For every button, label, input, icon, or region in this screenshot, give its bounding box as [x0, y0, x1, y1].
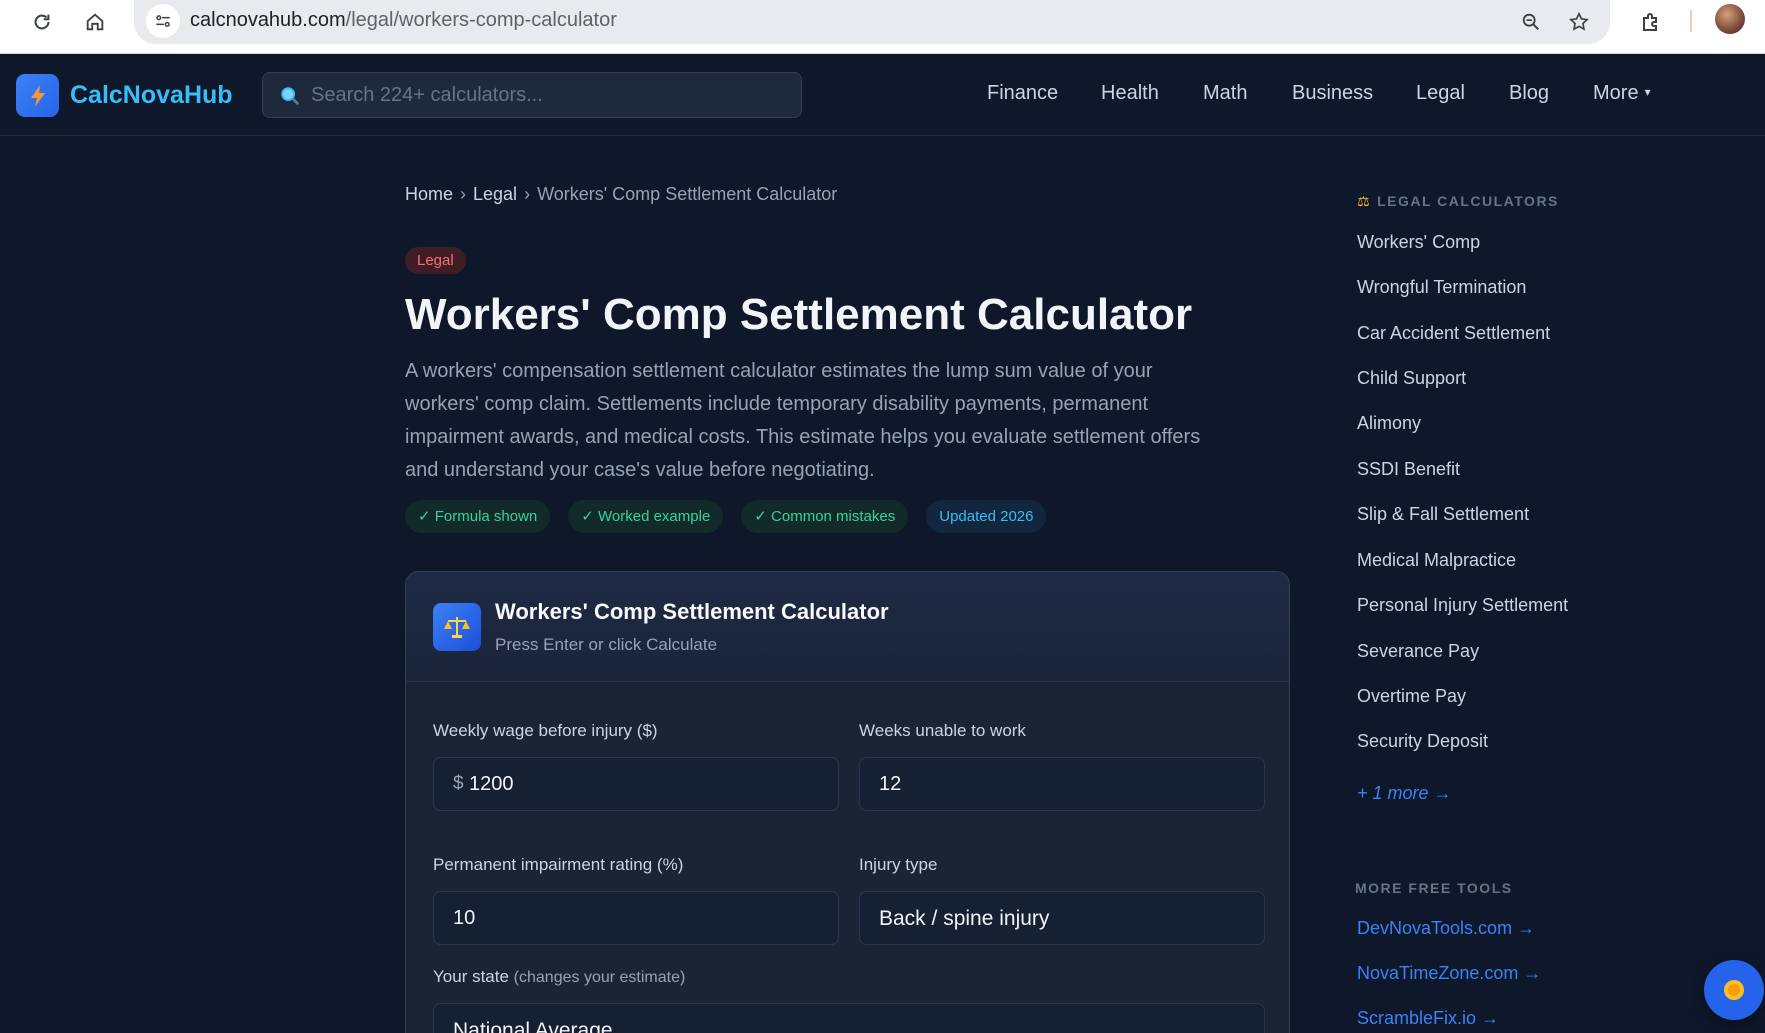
search-input[interactable] — [311, 73, 791, 117]
weekly-wage-label: Weekly wage before injury ($) — [433, 721, 658, 740]
nav-more[interactable]: More ▾ — [1593, 82, 1651, 105]
impairment-field[interactable] — [433, 891, 839, 945]
page-intro: A workers' compensation settlement calcu… — [405, 360, 1201, 481]
lightning-icon[interactable] — [16, 74, 59, 117]
nav-business[interactable]: Business — [1292, 82, 1373, 105]
url-text: calcnovahub.com/legal/workers-comp-calcu… — [190, 9, 617, 32]
state-value: National Average — [453, 1019, 613, 1033]
nav-health[interactable]: Health — [1101, 82, 1159, 105]
scales-icon — [433, 603, 481, 651]
sidebar-more-link[interactable]: + 1 more → — [1357, 783, 1452, 804]
puzzle-icon[interactable] — [1633, 4, 1669, 40]
sidebar-item-security-deposit[interactable]: Security Deposit — [1357, 731, 1488, 752]
calculator-card: Workers' Comp Settlement Calculator Pres… — [405, 571, 1290, 1033]
calculator-header: Workers' Comp Settlement Calculator Pres… — [406, 572, 1289, 682]
state-select[interactable]: National Average — [433, 1003, 1265, 1033]
injury-type-value: Back / spine injury — [879, 907, 1050, 930]
sidebar-item-slip-fall[interactable]: Slip & Fall Settlement — [1357, 504, 1529, 525]
breadcrumb-separator: › — [460, 184, 467, 204]
sun-icon — [1724, 980, 1744, 1000]
feature-pills: ✓ Formula shown ✓ Worked example ✓ Commo… — [405, 500, 1047, 533]
site-settings-icon[interactable] — [146, 4, 180, 38]
toolbar-divider — [1690, 10, 1692, 32]
sidebar-item-severance[interactable]: Severance Pay — [1357, 641, 1479, 662]
injury-type-select[interactable]: Back / spine injury — [859, 891, 1265, 945]
impairment-label: Permanent impairment rating (%) — [433, 855, 684, 874]
pill-formula-shown: ✓ Formula shown — [405, 500, 551, 533]
browser-toolbar: calcnovahub.com/legal/workers-comp-calcu… — [0, 0, 1765, 54]
injury-type-label: Injury type — [859, 855, 938, 874]
tool-link-devnovatools[interactable]: DevNovaTools.com → — [1357, 918, 1535, 939]
sidebar-item-alimony[interactable]: Alimony — [1357, 413, 1421, 434]
more-tools-heading: MORE FREE TOOLS — [1355, 880, 1513, 896]
star-icon[interactable] — [1561, 4, 1597, 40]
url-host: calcnovahub.com — [190, 9, 346, 31]
dollar-prefix: $ — [453, 773, 464, 794]
weekly-wage-input[interactable] — [434, 758, 838, 810]
calculator-title: Workers' Comp Settlement Calculator — [495, 599, 889, 624]
calculator-subtitle: Press Enter or click Calculate — [495, 635, 718, 654]
magnifier-icon — [279, 85, 301, 112]
pill-updated: Updated 2026 — [926, 500, 1047, 533]
site-header: CalcNovaHub Finance Health Math Business… — [0, 54, 1765, 136]
breadcrumb-current: Workers' Comp Settlement Calculator — [537, 184, 838, 204]
state-label-text: Your state — [433, 967, 509, 986]
home-icon[interactable] — [77, 4, 113, 40]
tool-link-scramblefix[interactable]: ScrambleFix.io → — [1357, 1008, 1499, 1029]
sidebar-item-wrongful-termination[interactable]: Wrongful Termination — [1357, 277, 1526, 298]
breadcrumb-legal[interactable]: Legal — [473, 184, 517, 204]
floating-action-button[interactable] — [1704, 960, 1764, 1020]
reload-icon[interactable] — [24, 4, 60, 40]
category-badge: Legal — [405, 247, 466, 274]
sidebar-item-workers-comp[interactable]: Workers' Comp — [1357, 232, 1480, 253]
state-label: Your state (changes your estimate) — [433, 967, 685, 987]
tool-link-novatimezone[interactable]: NovaTimeZone.com → — [1357, 963, 1541, 984]
pill-common-mistakes: ✓ Common mistakes — [741, 500, 909, 533]
weeks-unable-field[interactable] — [859, 757, 1265, 811]
sidebar-heading: ⚖ LEGAL CALCULATORS — [1357, 193, 1559, 210]
breadcrumb: Home › Legal › Workers' Comp Settlement Calc… — [405, 184, 837, 205]
impairment-input[interactable] — [434, 892, 838, 944]
weeks-unable-input[interactable] — [860, 758, 1264, 810]
breadcrumb-separator: › — [524, 184, 531, 204]
nav-math[interactable]: Math — [1203, 82, 1247, 105]
caret-down-icon: ▾ — [1644, 85, 1651, 99]
site-logo-text[interactable]: CalcNovaHub — [70, 81, 233, 110]
weekly-wage-field[interactable]: $ — [433, 757, 839, 811]
scales-small-icon: ⚖ — [1357, 193, 1372, 209]
nav-more-label: More — [1593, 82, 1639, 104]
profile-avatar[interactable] — [1715, 4, 1745, 34]
sidebar-item-medical-malpractice[interactable]: Medical Malpractice — [1357, 550, 1516, 571]
nav-blog[interactable]: Blog — [1509, 82, 1549, 105]
sidebar-heading-text: LEGAL CALCULATORS — [1377, 193, 1559, 209]
page-title: Workers' Comp Settlement Calculator — [405, 290, 1193, 339]
state-label-hint: (changes your estimate) — [513, 969, 686, 986]
sidebar-item-car-accident[interactable]: Car Accident Settlement — [1357, 323, 1550, 344]
sidebar-item-personal-injury[interactable]: Personal Injury Settlement — [1357, 595, 1568, 616]
pill-worked-example: ✓ Worked example — [568, 500, 724, 533]
address-bar[interactable]: calcnovahub.com/legal/workers-comp-calcu… — [134, 0, 1610, 44]
breadcrumb-home[interactable]: Home — [405, 184, 453, 204]
url-path: /legal/workers-comp-calculator — [345, 9, 617, 31]
sidebar-item-overtime[interactable]: Overtime Pay — [1357, 686, 1466, 707]
zoom-icon[interactable] — [1513, 4, 1549, 40]
sidebar-item-ssdi[interactable]: SSDI Benefit — [1357, 459, 1460, 480]
sidebar-item-child-support[interactable]: Child Support — [1357, 368, 1466, 389]
search-box[interactable] — [262, 72, 802, 118]
weeks-unable-label: Weeks unable to work — [859, 721, 1026, 740]
nav-finance[interactable]: Finance — [987, 82, 1058, 105]
nav-legal[interactable]: Legal — [1416, 82, 1465, 105]
